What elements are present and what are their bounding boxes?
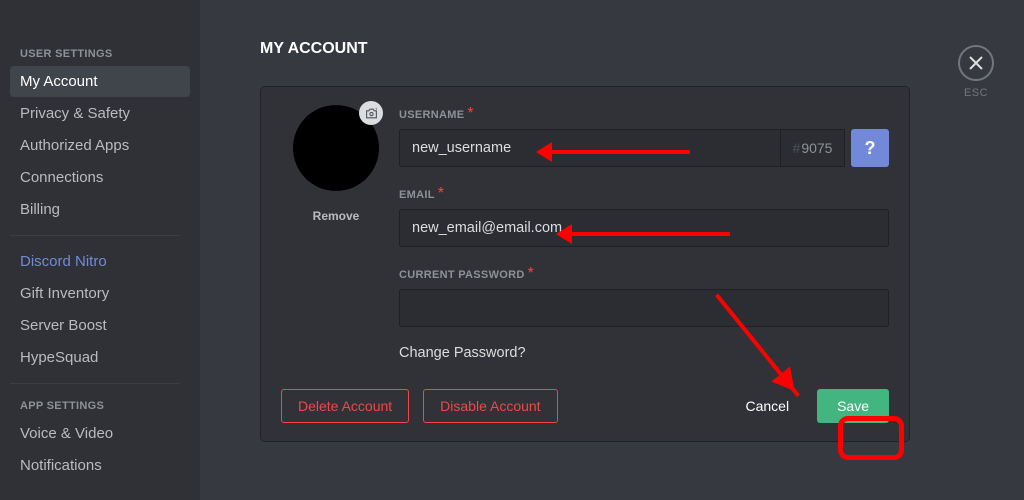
- sidebar-header-user-settings: USER SETTINGS: [20, 48, 190, 60]
- sidebar-item-authorized-apps[interactable]: Authorized Apps: [10, 130, 190, 161]
- username-label: USERNAME*: [399, 105, 889, 123]
- close-label: ESC: [958, 87, 994, 99]
- account-card: + Remove USERNAME* #9075 ? EMAIL* CURREN…: [260, 86, 910, 442]
- sidebar-item-voice-video[interactable]: Voice & Video: [10, 418, 190, 449]
- sidebar-item-notifications[interactable]: Notifications: [10, 450, 190, 481]
- avatar-remove-button[interactable]: Remove: [281, 209, 391, 223]
- change-password-link[interactable]: Change Password?: [399, 345, 889, 361]
- sidebar-item-hypesquad[interactable]: HypeSquad: [10, 342, 190, 373]
- sidebar-item-my-account[interactable]: My Account: [10, 66, 190, 97]
- svg-text:+: +: [374, 107, 377, 112]
- main-panel: MY ACCOUNT ESC + Remove USERNAME* #9075: [200, 0, 1024, 500]
- disable-account-button[interactable]: Disable Account: [423, 389, 557, 423]
- upload-avatar-icon[interactable]: +: [359, 101, 383, 125]
- close-icon: [958, 45, 994, 81]
- sidebar-item-privacy-safety[interactable]: Privacy & Safety: [10, 98, 190, 129]
- discriminator-help-button[interactable]: ?: [851, 129, 889, 167]
- sidebar-item-connections[interactable]: Connections: [10, 162, 190, 193]
- email-label: EMAIL*: [399, 185, 889, 203]
- page-title: MY ACCOUNT: [260, 40, 984, 58]
- discriminator: #9075: [781, 129, 845, 167]
- sidebar: USER SETTINGS My Account Privacy & Safet…: [0, 0, 200, 500]
- current-password-input[interactable]: [399, 289, 889, 327]
- sidebar-divider: [10, 383, 180, 384]
- save-button[interactable]: Save: [817, 389, 889, 423]
- cancel-button[interactable]: Cancel: [731, 389, 803, 423]
- sidebar-item-server-boost[interactable]: Server Boost: [10, 310, 190, 341]
- username-input[interactable]: [399, 129, 781, 167]
- sidebar-item-gift-inventory[interactable]: Gift Inventory: [10, 278, 190, 309]
- sidebar-header-app-settings: APP SETTINGS: [20, 400, 190, 412]
- discriminator-value: 9075: [801, 140, 832, 156]
- sidebar-divider: [10, 235, 180, 236]
- sidebar-item-billing[interactable]: Billing: [10, 194, 190, 225]
- email-input[interactable]: [399, 209, 889, 247]
- delete-account-button[interactable]: Delete Account: [281, 389, 409, 423]
- avatar[interactable]: +: [293, 105, 379, 191]
- current-password-label: CURRENT PASSWORD*: [399, 265, 889, 283]
- sidebar-item-discord-nitro[interactable]: Discord Nitro: [10, 246, 190, 277]
- close-button[interactable]: ESC: [958, 45, 994, 99]
